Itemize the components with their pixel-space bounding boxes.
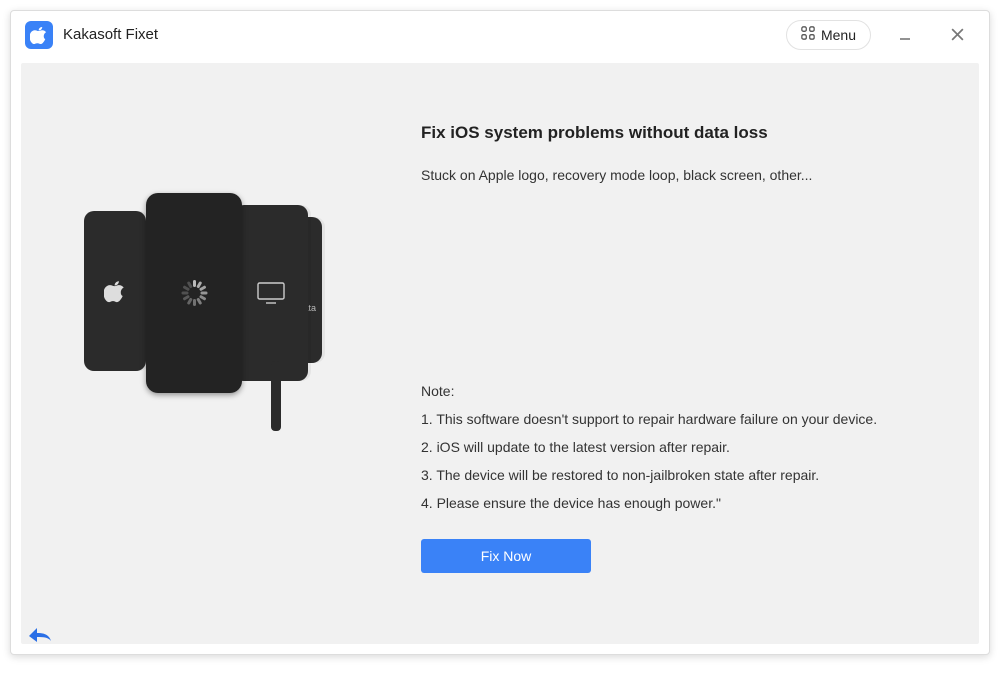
note-item: 4. Please ensure the device has enough p… <box>421 495 929 511</box>
note-list: 1. This software doesn't support to repa… <box>421 411 929 511</box>
note-item: 2. iOS will update to the latest version… <box>421 439 929 455</box>
close-button[interactable] <box>939 17 975 53</box>
app-window: Kakasoft Fixet Menu data <box>10 10 990 655</box>
note-item: 3. The device will be restored to non-ja… <box>421 467 929 483</box>
note-item: 1. This software doesn't support to repa… <box>421 411 929 427</box>
loading-spinner-icon <box>181 280 207 306</box>
phone-card-loading <box>146 193 242 393</box>
illustration-pane: data <box>21 63 391 644</box>
page-heading: Fix iOS system problems without data los… <box>421 123 929 143</box>
app-logo-icon <box>25 21 53 49</box>
minimize-button[interactable] <box>887 17 923 53</box>
titlebar: Kakasoft Fixet Menu <box>11 11 989 59</box>
phone-card-itunes <box>234 205 308 381</box>
fix-now-button[interactable]: Fix Now <box>421 539 591 573</box>
info-pane: Fix iOS system problems without data los… <box>391 63 979 644</box>
menu-button[interactable]: Menu <box>786 20 871 50</box>
cable-icon <box>271 361 281 431</box>
page-subtext: Stuck on Apple logo, recovery mode loop,… <box>421 167 929 183</box>
app-title: Kakasoft Fixet <box>63 26 158 43</box>
content-area: data <box>21 63 979 644</box>
back-button[interactable] <box>21 618 59 650</box>
note-label: Note: <box>421 383 929 399</box>
phone-card-apple-logo <box>84 211 146 371</box>
phone-illustration: data <box>76 179 336 459</box>
menu-grid-icon <box>801 26 815 43</box>
menu-label: Menu <box>821 27 856 43</box>
